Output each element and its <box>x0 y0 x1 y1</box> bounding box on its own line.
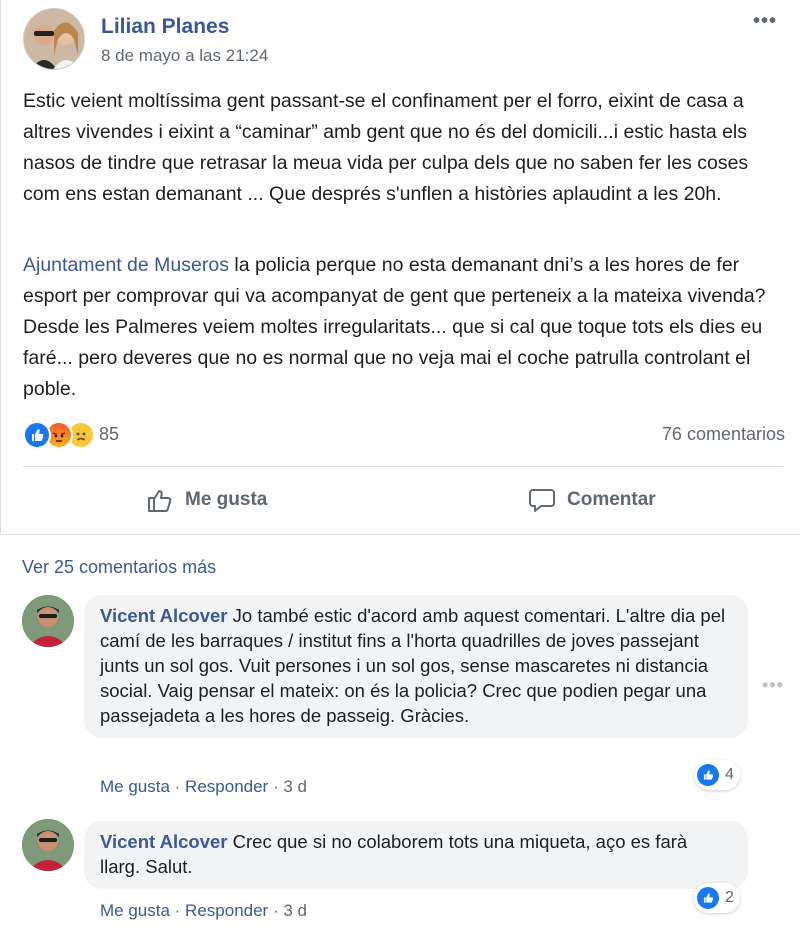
post-actions: Me gusta Comentar <box>23 470 783 530</box>
view-more-comments-link[interactable]: Ver 25 comentarios más <box>22 557 216 578</box>
comment-more-icon[interactable]: ••• <box>762 675 784 696</box>
comment-button[interactable]: Comentar <box>527 484 656 516</box>
comment-reactions-count: 4 <box>725 766 734 783</box>
post-text-paragraph-2: Ajuntament de Museros la policia perque … <box>23 250 783 405</box>
post-author-name[interactable]: Lilian Planes <box>101 15 229 39</box>
separator: · <box>268 777 284 796</box>
comment-button-label: Comentar <box>567 489 656 510</box>
like-icon <box>697 764 719 786</box>
commenter-avatar[interactable] <box>22 595 74 647</box>
post-header: Lilian Planes 8 de mayo a las 21:24 ••• <box>23 8 783 72</box>
comment-like-link[interactable]: Me gusta <box>100 777 170 796</box>
author-avatar[interactable] <box>23 8 85 70</box>
like-button-label: Me gusta <box>185 489 268 510</box>
post-text-paragraph-1: Estic veient moltíssima gent passant-se … <box>23 90 749 205</box>
separator: · <box>169 901 186 920</box>
comment-like-link[interactable]: Me gusta <box>100 901 170 920</box>
like-icon[interactable] <box>23 421 51 449</box>
comments-section: Ver 25 comentarios más Vicent Alcover Jo… <box>0 534 800 934</box>
separator: · <box>169 777 186 796</box>
comment-reply-link[interactable]: Responder <box>185 777 268 796</box>
post-timestamp[interactable]: 8 de mayo a las 21:24 <box>101 46 268 66</box>
commenter-avatar[interactable] <box>22 819 74 871</box>
page-mention-link[interactable]: Ajuntament de Museros <box>23 254 229 276</box>
comment-bubble: Vicent Alcover Jo també estic d'acord am… <box>84 595 748 738</box>
comment-bubble: Vicent Alcover Crec que si no colaborem … <box>84 821 748 889</box>
like-icon <box>697 887 719 909</box>
comment-author-name[interactable]: Vicent Alcover <box>100 605 228 626</box>
comment-timestamp[interactable]: 3 d <box>283 901 307 920</box>
separator: · <box>268 901 284 920</box>
comment-reactions-badge[interactable]: 2 <box>694 883 740 913</box>
post-card: Lilian Planes 8 de mayo a las 21:24 ••• … <box>0 0 800 534</box>
comment-reactions-badge[interactable]: 4 <box>694 760 740 790</box>
like-button[interactable]: Me gusta <box>145 484 267 516</box>
comment-meta: Me gusta · Responder · 3 d <box>100 777 307 797</box>
comment-reactions-count: 2 <box>725 889 734 906</box>
comment-reply-link[interactable]: Responder <box>185 901 268 920</box>
divider <box>23 466 783 467</box>
comment-bubble-icon <box>529 489 555 512</box>
thumbs-up-icon <box>148 490 172 512</box>
comments-count-link[interactable]: 76 comentarios <box>662 424 785 445</box>
reactions-count[interactable]: 85 <box>99 424 119 445</box>
post-more-icon[interactable]: ••• <box>753 10 777 33</box>
comment-meta: Me gusta · Responder · 3 d <box>100 901 307 921</box>
reactions-bar: 85 76 comentarios <box>23 418 785 452</box>
comment-timestamp[interactable]: 3 d <box>283 777 307 796</box>
comment-author-name[interactable]: Vicent Alcover <box>100 831 228 852</box>
